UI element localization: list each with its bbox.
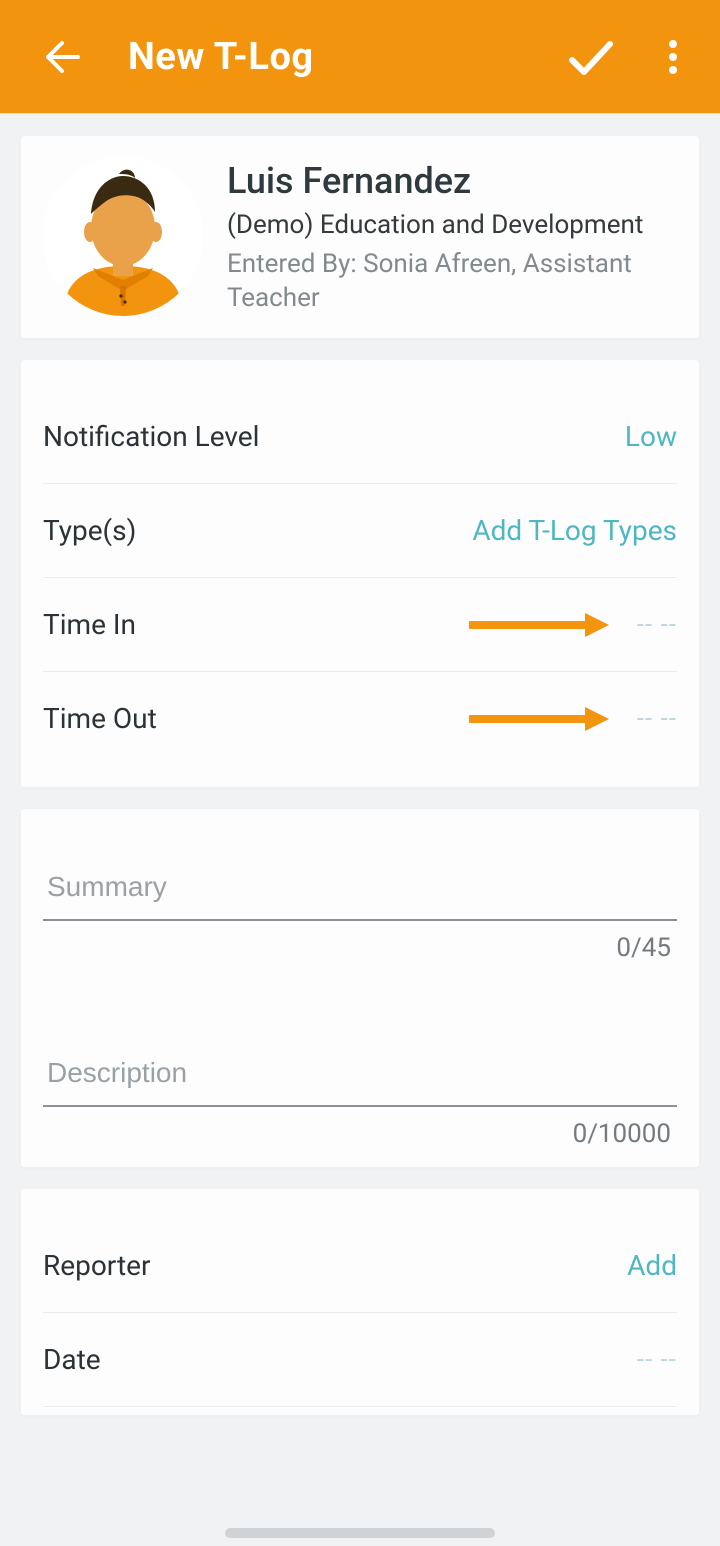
textfields-card: 0/45 0/10000 bbox=[20, 808, 700, 1168]
time-in-row[interactable]: Time In -- -- bbox=[43, 578, 677, 671]
page-title: New T-Log bbox=[128, 35, 314, 79]
time-in-label: Time In bbox=[43, 608, 136, 641]
person-name: Luis Fernandez bbox=[227, 160, 677, 202]
check-icon bbox=[564, 30, 618, 84]
person-info: Luis Fernandez (Demo) Education and Deve… bbox=[227, 156, 677, 316]
arrow-right-icon bbox=[469, 613, 609, 637]
notification-level-label: Notification Level bbox=[43, 420, 259, 453]
notification-level-row[interactable]: Notification Level Low bbox=[43, 390, 677, 483]
description-block: 0/10000 bbox=[43, 997, 677, 1157]
notification-level-value[interactable]: Low bbox=[625, 420, 677, 453]
person-context: (Demo) Education and Development bbox=[227, 210, 677, 240]
reporter-label: Reporter bbox=[43, 1249, 150, 1282]
back-button[interactable] bbox=[38, 33, 86, 81]
summary-input[interactable] bbox=[43, 851, 677, 921]
avatar bbox=[43, 156, 203, 316]
date-value[interactable]: -- -- bbox=[637, 1345, 677, 1375]
person-card: Luis Fernandez (Demo) Education and Deve… bbox=[20, 135, 700, 339]
avatar-illustration bbox=[43, 156, 203, 316]
reporter-row[interactable]: Reporter Add bbox=[43, 1219, 677, 1312]
time-in-value[interactable]: -- -- bbox=[637, 610, 677, 640]
more-options-button[interactable] bbox=[646, 30, 700, 84]
description-counter: 0/10000 bbox=[43, 1119, 677, 1157]
add-tlog-types-action[interactable]: Add T-Log Types bbox=[472, 514, 677, 547]
divider bbox=[43, 1406, 677, 1407]
reporter-add-action[interactable]: Add bbox=[627, 1249, 677, 1282]
home-indicator bbox=[225, 1528, 495, 1538]
entered-by: Entered By: Sonia Afreen, Assistant Teac… bbox=[227, 248, 677, 316]
description-input[interactable] bbox=[43, 997, 677, 1107]
arrow-right-icon bbox=[469, 707, 609, 731]
types-row[interactable]: Type(s) Add T-Log Types bbox=[43, 484, 677, 577]
date-label: Date bbox=[43, 1343, 101, 1376]
summary-block: 0/45 bbox=[43, 851, 677, 971]
app-header: New T-Log bbox=[0, 0, 720, 113]
time-out-value[interactable]: -- -- bbox=[637, 704, 677, 734]
confirm-button[interactable] bbox=[564, 30, 618, 84]
more-vertical-icon bbox=[661, 30, 685, 84]
summary-counter: 0/45 bbox=[43, 933, 677, 971]
types-label: Type(s) bbox=[43, 514, 136, 547]
header-actions bbox=[564, 0, 700, 113]
date-row[interactable]: Date -- -- bbox=[43, 1313, 677, 1406]
time-out-row[interactable]: Time Out -- -- bbox=[43, 672, 677, 765]
arrow-left-icon bbox=[42, 37, 82, 77]
reporter-date-card: Reporter Add Date -- -- bbox=[20, 1188, 700, 1416]
fields-card: Notification Level Low Type(s) Add T-Log… bbox=[20, 359, 700, 788]
time-out-label: Time Out bbox=[43, 702, 157, 735]
